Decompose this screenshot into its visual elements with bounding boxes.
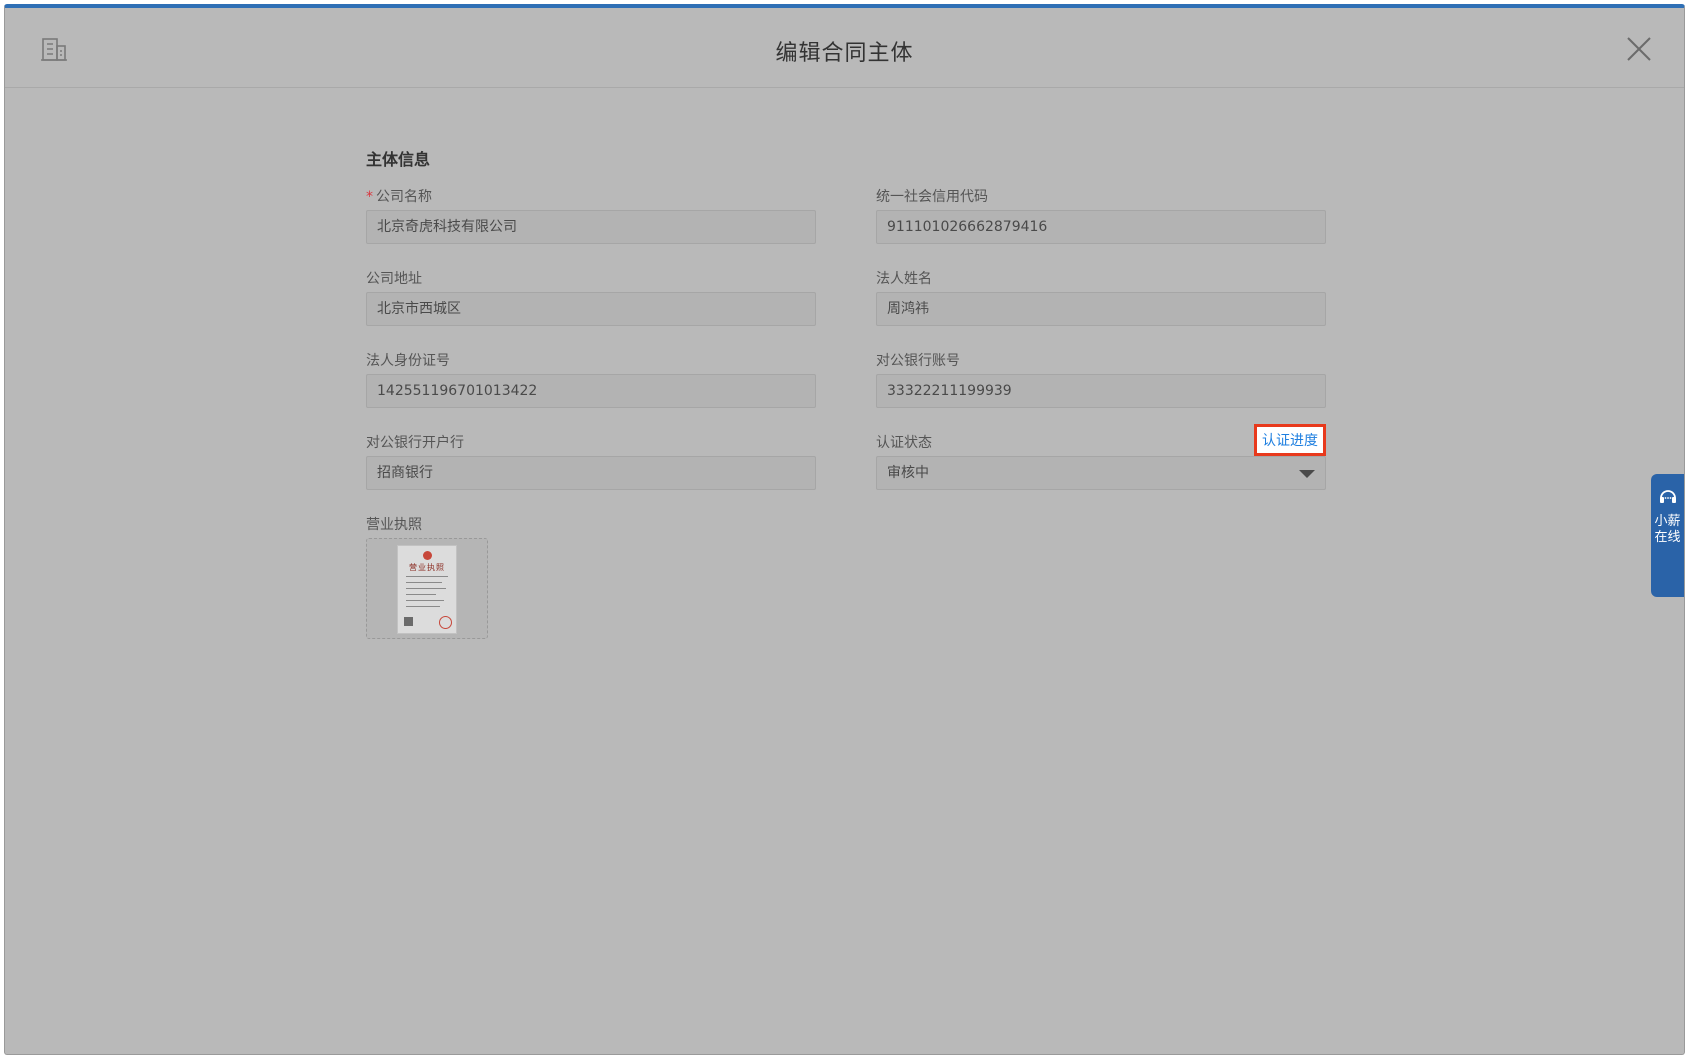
bank-account-label: 对公银行账号 — [876, 353, 960, 369]
company-name-input[interactable]: 北京奇虎科技有限公司 — [366, 210, 816, 244]
cert-status-value: 审核中 — [887, 465, 929, 481]
qr-code-icon — [404, 617, 413, 626]
text-line — [406, 576, 448, 577]
dialog-header: 编辑合同主体 — [5, 8, 1684, 88]
required-mark: * — [366, 189, 373, 205]
legal-id-input[interactable]: 142551196701013422 — [366, 374, 816, 408]
text-line — [406, 600, 444, 601]
legal-id-label: 法人身份证号 — [366, 353, 450, 369]
cert-status-label: 认证状态 — [876, 435, 932, 451]
stamp-icon — [439, 616, 452, 629]
legal-name-label: 法人姓名 — [876, 271, 932, 287]
online-service-label: 小薪在线 — [1654, 514, 1681, 545]
bank-account-input[interactable]: 33322211199939 — [876, 374, 1326, 408]
text-line — [406, 594, 436, 595]
company-name-label-text: 公司名称 — [376, 189, 432, 205]
bank-name-input[interactable]: 招商银行 — [366, 456, 816, 490]
emblem-icon — [423, 551, 432, 560]
dialog-title: 编辑合同主体 — [775, 41, 914, 66]
text-line — [406, 606, 440, 607]
cert-status-select[interactable]: 审核中 — [876, 456, 1326, 490]
business-license-thumbnail: 营业执照 — [397, 545, 457, 634]
cert-progress-link[interactable]: 认证进度 — [1254, 424, 1326, 456]
license-label: 营业执照 — [366, 517, 422, 533]
edit-contract-subject-dialog: 编辑合同主体 主体信息 * 公司名称 北京奇虎科技有限公司 统一社会信用代码 91… — [4, 4, 1685, 1055]
credit-code-input[interactable]: 911101026662879416 — [876, 210, 1326, 244]
bank-name-label: 对公银行开户行 — [366, 435, 464, 451]
chevron-down-icon — [1299, 470, 1315, 478]
license-upload[interactable]: 营业执照 — [366, 538, 488, 639]
credit-code-label: 统一社会信用代码 — [876, 189, 988, 205]
text-line — [406, 588, 446, 589]
company-address-label: 公司地址 — [366, 271, 422, 287]
company-address-input[interactable]: 北京市西城区 — [366, 292, 816, 326]
license-image-title: 营业执照 — [409, 563, 445, 572]
section-title: 主体信息 — [366, 150, 431, 169]
company-name-label: * 公司名称 — [366, 186, 432, 206]
legal-name-input[interactable]: 周鸿祎 — [876, 292, 1326, 326]
text-line — [406, 582, 442, 583]
close-icon[interactable] — [1626, 36, 1652, 62]
online-service-tab[interactable]: 小薪在线 — [1651, 474, 1684, 597]
headset-icon — [1660, 490, 1676, 503]
